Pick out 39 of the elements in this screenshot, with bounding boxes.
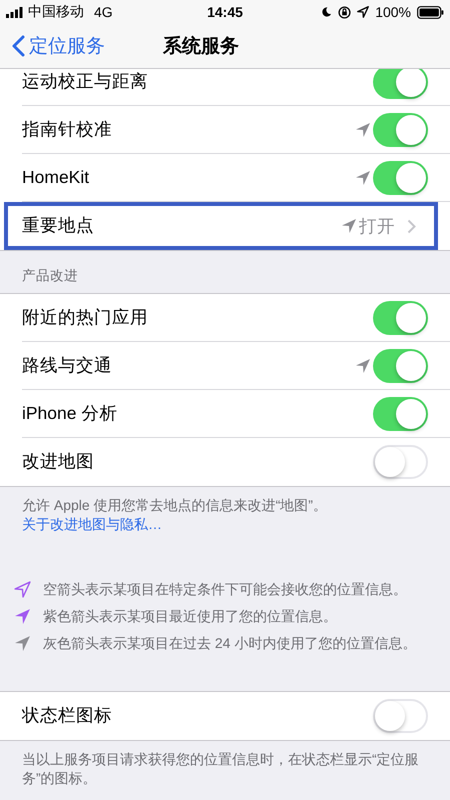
- toggle-switch[interactable]: [373, 113, 428, 147]
- battery-icon: [417, 6, 444, 18]
- back-chevron-icon: [12, 35, 25, 57]
- row-value: 打开: [359, 215, 395, 238]
- settings-row[interactable]: 重要地点 打开: [4, 202, 438, 250]
- legend-text: 紫色箭头表示某项目最近使用了您的位置信息。: [43, 607, 337, 626]
- toggle-switch[interactable]: [373, 699, 428, 733]
- row-label: HomeKit: [22, 168, 90, 188]
- nav-title: 系统服务: [163, 34, 239, 59]
- row-label: 改进地图: [22, 452, 95, 472]
- row-label: 重要地点: [22, 216, 95, 236]
- row-label: 运动校正与距离: [22, 72, 149, 92]
- legend-text: 空箭头表示某项目在特定条件下可能会接收您的位置信息。: [43, 580, 407, 599]
- location-arrow-icon: [357, 6, 370, 18]
- carrier-name: 中国移动: [28, 3, 84, 21]
- network-type: 4G: [94, 4, 113, 20]
- row-label: 路线与交通: [22, 356, 113, 376]
- section-footer: 允许 Apple 使用您常去地点的信息来改进“地图”。 关于改进地图与隐私…: [0, 487, 450, 534]
- toggle-switch[interactable]: [373, 301, 428, 335]
- row-label: 状态栏图标: [22, 706, 113, 726]
- chevron-icon: [407, 218, 416, 234]
- row-label: 附近的热门应用: [22, 308, 149, 328]
- toggle-switch[interactable]: [373, 445, 428, 479]
- row-label: iPhone 分析: [22, 404, 118, 424]
- toggle-switch[interactable]: [373, 161, 428, 195]
- rotation-lock-icon: [338, 6, 352, 18]
- clock-time: 14:45: [207, 4, 243, 20]
- toggle-switch[interactable]: [373, 69, 428, 99]
- section-footer: 当以上服务项目请求获得您的位置信息时，在状态栏显示“定位服务”的图标。: [0, 741, 450, 788]
- toggle-switch[interactable]: [373, 349, 428, 383]
- battery-percentage: 100%: [375, 4, 411, 20]
- privacy-link[interactable]: 关于改进地图与隐私…: [22, 516, 162, 532]
- section-header: 产品改进: [21, 267, 79, 285]
- legend-text: 灰色箭头表示某项目在过去 24 小时内使用了您的位置信息。: [43, 634, 416, 653]
- signal-icon: [6, 6, 24, 18]
- row-label: 指南针校准: [22, 120, 113, 140]
- toggle-switch[interactable]: [373, 397, 428, 431]
- back-button[interactable]: 定位服务: [0, 33, 105, 59]
- moon-icon: [321, 6, 332, 18]
